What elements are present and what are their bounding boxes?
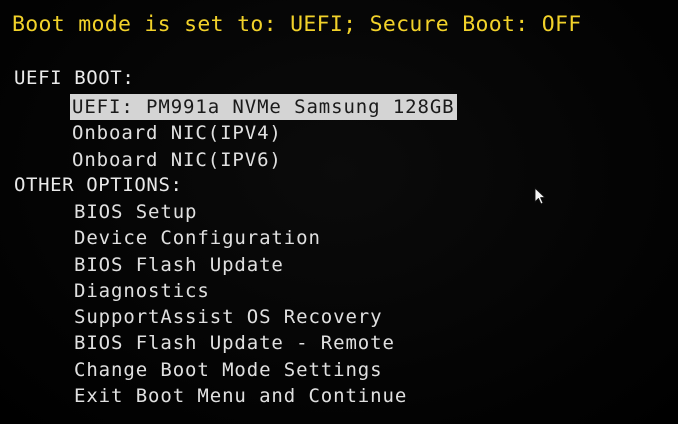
- option-bios-setup[interactable]: BIOS Setup: [72, 201, 199, 223]
- option-diagnostics[interactable]: Diagnostics: [72, 280, 212, 302]
- option-exit-boot-menu[interactable]: Exit Boot Menu and Continue: [72, 385, 409, 407]
- option-device-configuration[interactable]: Device Configuration: [72, 227, 323, 249]
- list-item[interactable]: Change Boot Mode Settings: [72, 357, 409, 383]
- list-item[interactable]: BIOS Flash Update - Remote: [72, 330, 409, 356]
- uefi-boot-list: UEFI: PM991a NVMe Samsung 128GB Onboard …: [70, 94, 457, 173]
- list-item[interactable]: SupportAssist OS Recovery: [72, 304, 409, 330]
- mouse-pointer-icon: [534, 187, 546, 205]
- list-item[interactable]: BIOS Setup: [72, 199, 409, 225]
- list-item[interactable]: Onboard NIC(IPV4): [70, 120, 457, 146]
- boot-menu-screen: Boot mode is set to: UEFI; Secure Boot: …: [0, 0, 678, 424]
- option-supportassist-os-recovery[interactable]: SupportAssist OS Recovery: [72, 306, 384, 328]
- option-bios-flash-update[interactable]: BIOS Flash Update: [72, 254, 286, 276]
- option-change-boot-mode-settings[interactable]: Change Boot Mode Settings: [72, 359, 384, 381]
- option-bios-flash-update-remote[interactable]: BIOS Flash Update - Remote: [72, 332, 397, 354]
- list-item[interactable]: Exit Boot Menu and Continue: [72, 383, 409, 409]
- other-options-list: BIOS Setup Device Configuration BIOS Fla…: [72, 199, 409, 409]
- list-item[interactable]: Device Configuration: [72, 225, 409, 251]
- boot-option-samsung-nvme[interactable]: UEFI: PM991a NVMe Samsung 128GB: [70, 94, 457, 121]
- list-item[interactable]: Onboard NIC(IPV6): [70, 147, 457, 173]
- boot-mode-status: Boot mode is set to: UEFI; Secure Boot: …: [12, 12, 582, 37]
- boot-option-nic-ipv4[interactable]: Onboard NIC(IPV4): [70, 122, 284, 144]
- list-item[interactable]: UEFI: PM991a NVMe Samsung 128GB: [70, 94, 457, 121]
- other-options-header: OTHER OPTIONS:: [14, 174, 183, 196]
- boot-option-nic-ipv6[interactable]: Onboard NIC(IPV6): [70, 149, 284, 171]
- list-item[interactable]: Diagnostics: [72, 278, 409, 304]
- list-item[interactable]: BIOS Flash Update: [72, 252, 409, 278]
- uefi-boot-header: UEFI BOOT:: [14, 67, 135, 89]
